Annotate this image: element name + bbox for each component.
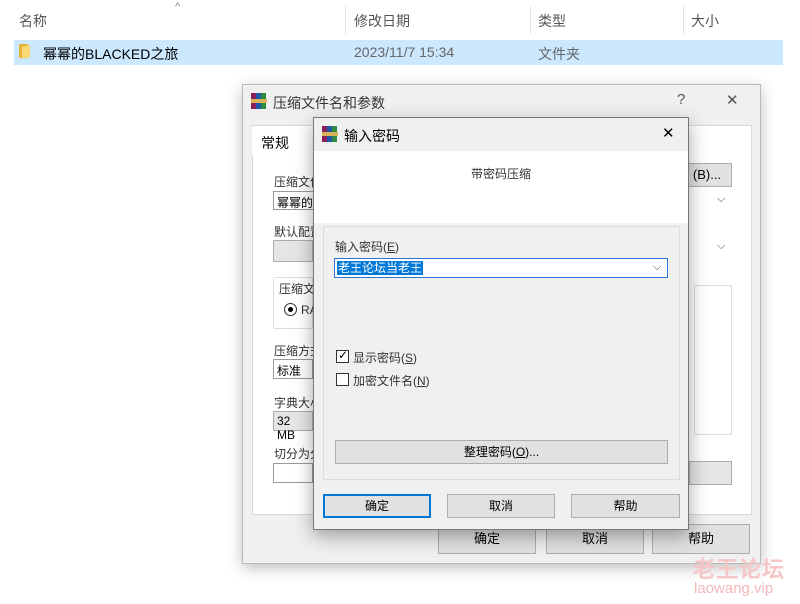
winrar-icon <box>322 126 338 142</box>
help-icon[interactable]: ? <box>677 91 685 108</box>
column-name[interactable]: 名称 <box>19 11 47 31</box>
sort-ascending-icon: ^ <box>175 1 181 13</box>
password-titlebar[interactable]: 输入密码 ✕ <box>314 118 688 150</box>
split-input[interactable] <box>273 463 313 483</box>
password-input[interactable]: 老王论坛当老王 ⌵ <box>334 258 668 278</box>
close-icon[interactable]: ✕ <box>726 91 739 109</box>
password-dialog-title: 输入密码 <box>344 128 400 144</box>
dictionary-select[interactable]: 32 MB <box>273 411 313 442</box>
chevron-down-icon[interactable]: ⌵ <box>653 261 661 274</box>
ok-button[interactable]: 确定 <box>323 494 431 518</box>
browse-button[interactable]: (B)... <box>683 163 732 187</box>
rar-radio[interactable] <box>284 303 297 316</box>
password-header: 带密码压缩 <box>314 151 688 223</box>
column-divider[interactable] <box>530 6 531 34</box>
chevron-down-icon[interactable]: ⌵ <box>717 193 725 206</box>
checkmark-icon: ✓ <box>338 348 349 362</box>
profile-button[interactable] <box>273 240 313 262</box>
method-select[interactable]: 标准 <box>273 359 313 379</box>
password-subtitle: 带密码压缩 <box>470 167 531 181</box>
password-label: 输入密码(E) <box>335 240 400 254</box>
organize-passwords-button[interactable]: 整理密码(O)... <box>335 440 668 464</box>
folder-icon <box>19 44 35 59</box>
encrypt-names-checkbox[interactable] <box>336 373 349 386</box>
format-label: 压缩文 <box>279 282 316 296</box>
watermark-url: laowang.vip <box>694 580 774 597</box>
dialog-titlebar[interactable]: 压缩文件名和参数 ? ✕ <box>243 85 760 117</box>
column-divider[interactable] <box>683 6 684 34</box>
winrar-icon <box>251 93 267 109</box>
options-group <box>694 285 732 435</box>
file-type: 文件夹 <box>538 46 580 62</box>
column-divider[interactable] <box>345 6 346 34</box>
cancel-button[interactable]: 取消 <box>447 494 555 518</box>
show-password-checkbox[interactable]: ✓ <box>336 348 349 363</box>
file-name: 幂幂的BLACKED之旅 <box>43 46 179 62</box>
tab-general[interactable]: 常规 <box>252 127 298 155</box>
show-password-label: 显示密码(S) <box>353 351 418 365</box>
column-modified[interactable]: 修改日期 <box>354 11 410 31</box>
explorer-column-header: ^ 名称 修改日期 类型 大小 <box>0 0 800 38</box>
password-value: 老王论坛当老王 <box>337 261 424 275</box>
file-modified: 2023/11/7 15:34 <box>354 44 455 60</box>
chevron-down-icon[interactable]: ⌵ <box>717 240 725 253</box>
set-password-button[interactable] <box>689 461 732 485</box>
file-row[interactable]: 幂幂的BLACKED之旅 2023/11/7 15:34 文件夹 <box>14 40 783 65</box>
column-size[interactable]: 大小 <box>691 11 719 31</box>
encrypt-names-label: 加密文件名(N) <box>353 374 430 388</box>
help-button[interactable]: 帮助 <box>571 494 680 518</box>
close-icon[interactable]: ✕ <box>662 124 675 142</box>
dialog-title: 压缩文件名和参数 <box>273 95 385 111</box>
column-type[interactable]: 类型 <box>538 11 566 31</box>
password-dialog: 输入密码 ✕ 带密码压缩 输入密码(E) 老王论坛当老王 ⌵ ✓ 显示密码(S)… <box>313 117 689 530</box>
